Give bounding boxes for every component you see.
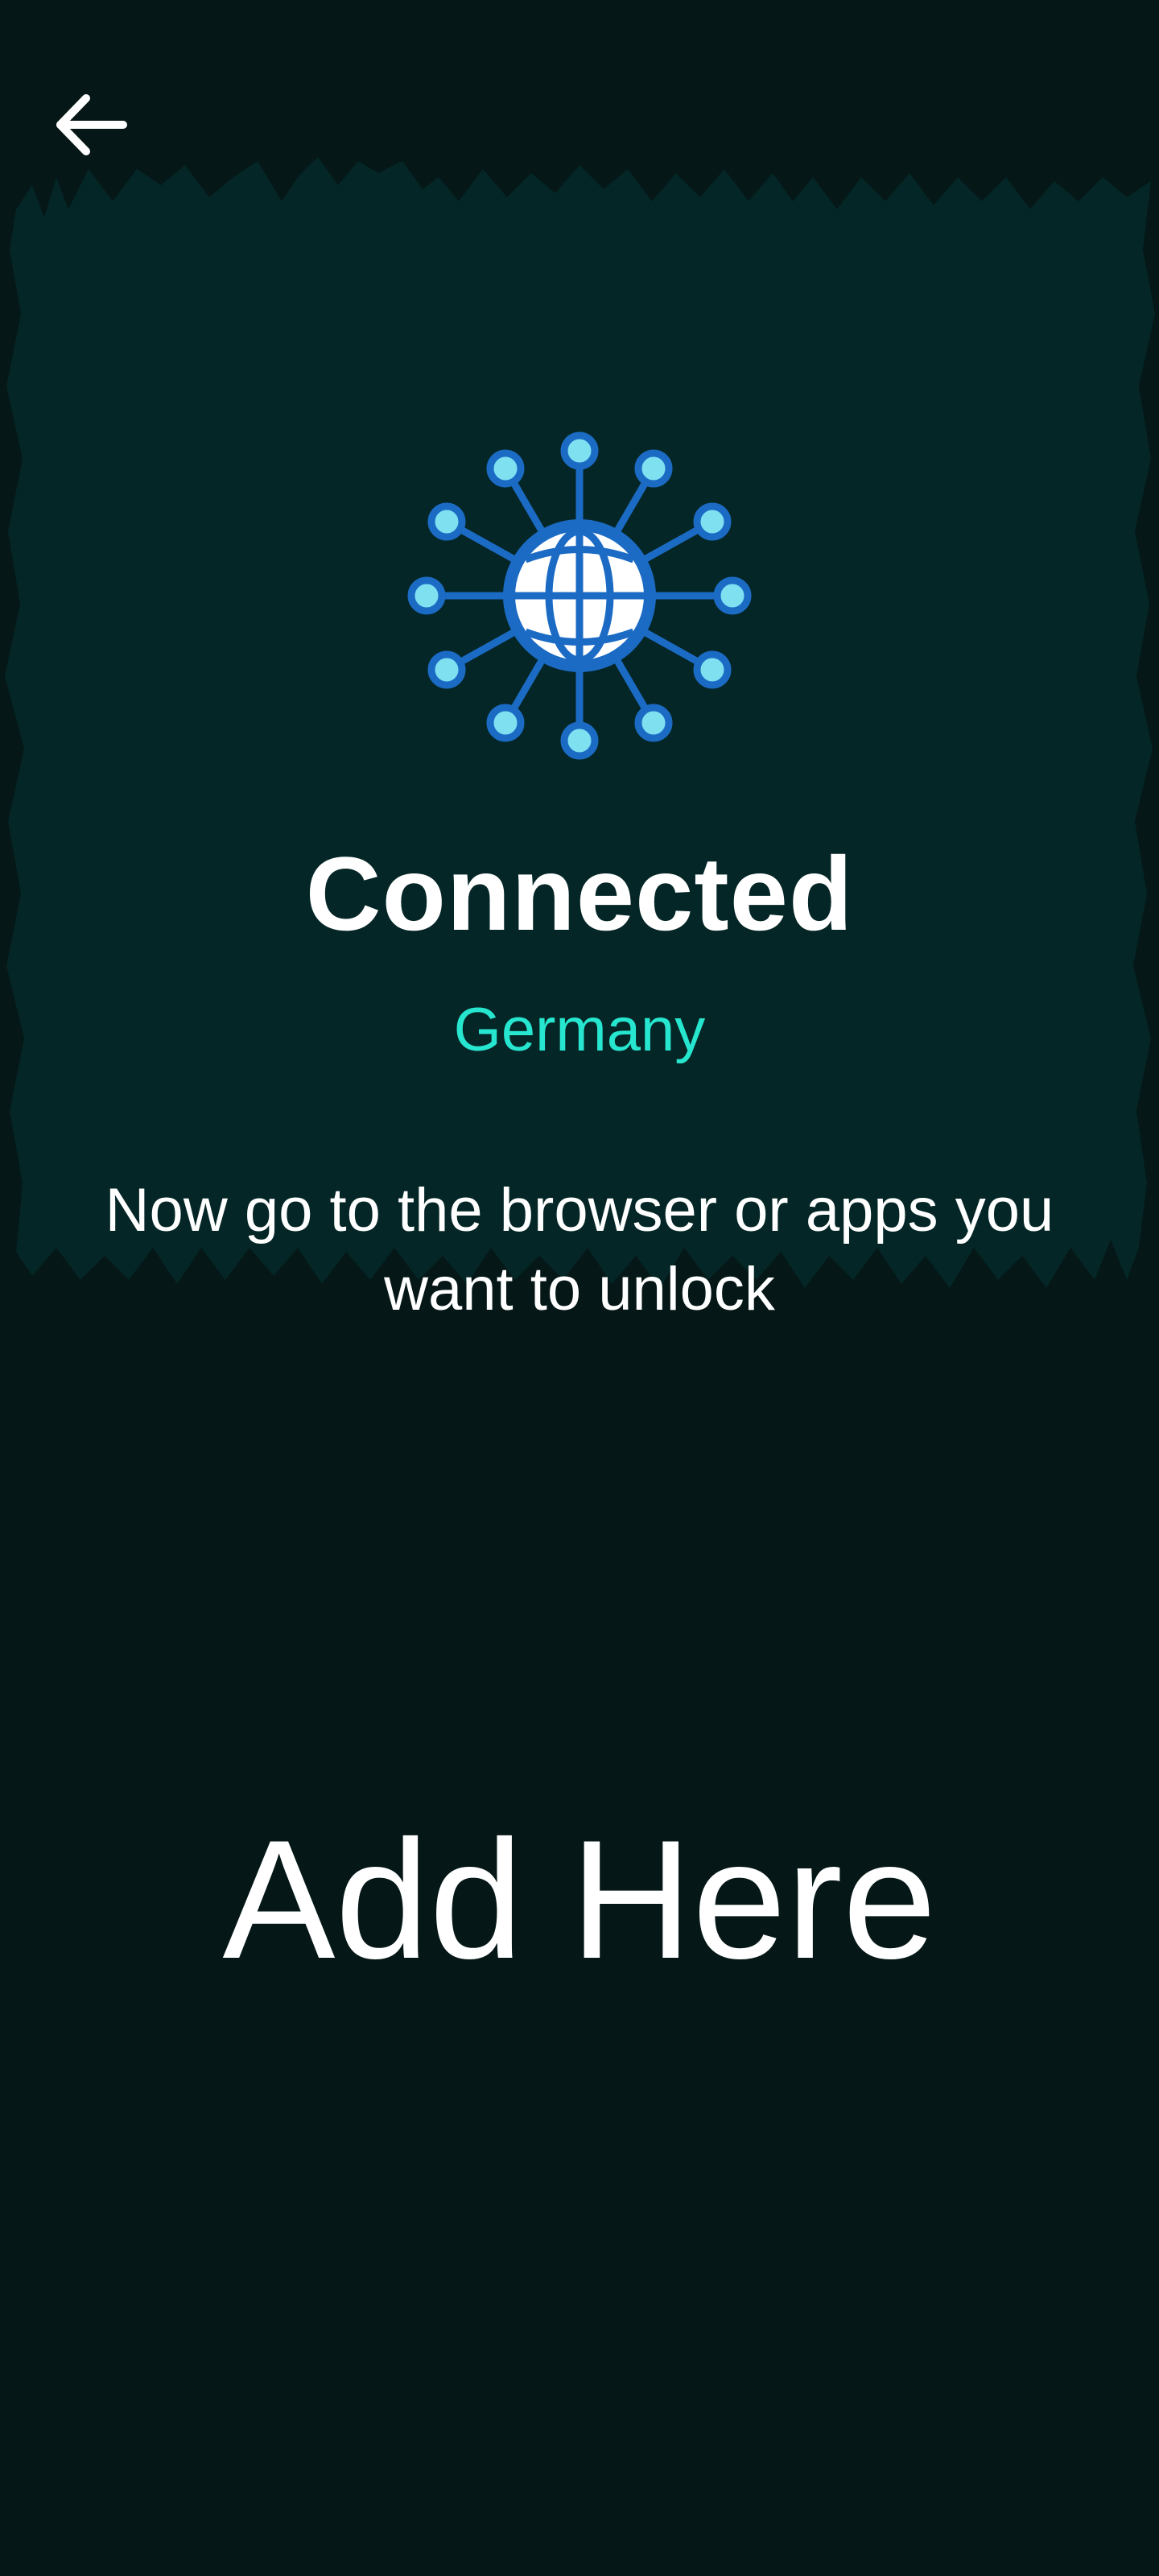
- ad-placeholder[interactable]: Add Here: [0, 1803, 1159, 1996]
- back-button[interactable]: [40, 80, 145, 169]
- network-globe-icon: [406, 427, 753, 765]
- connection-hero-panel: Connected Germany Now go to the browser …: [0, 153, 1159, 1344]
- connection-status-title: Connected: [305, 835, 854, 952]
- connection-instructions: Now go to the browser or apps you want t…: [105, 1176, 1054, 1323]
- connected-country: Germany: [453, 996, 706, 1064]
- arrow-left-icon: [56, 94, 127, 155]
- vpn-connected-screen: Connected Germany Now go to the browser …: [0, 0, 1159, 2576]
